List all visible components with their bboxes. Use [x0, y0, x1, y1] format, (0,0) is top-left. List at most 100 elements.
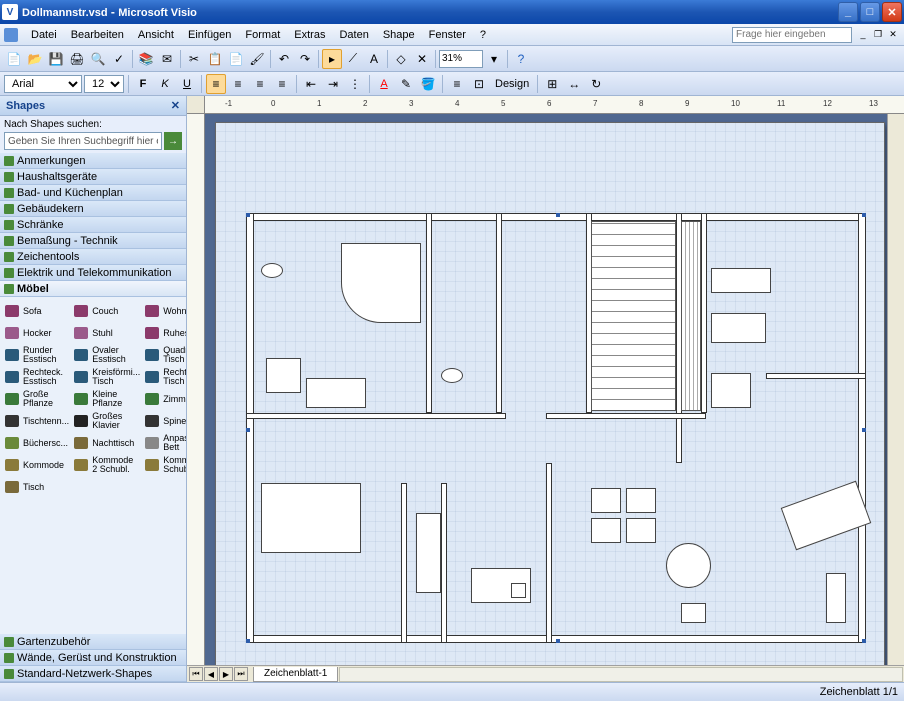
chair[interactable] [626, 488, 656, 513]
format-painter-button[interactable]: 🖌 [247, 49, 267, 69]
shape-item[interactable]: Wohnzimm... [142, 301, 186, 321]
new-button[interactable]: 📄 [4, 49, 24, 69]
shape-item[interactable]: Hocker [2, 323, 70, 343]
toilet[interactable] [261, 263, 283, 278]
menu-fenster[interactable]: Fenster [422, 27, 473, 43]
align-center-button[interactable]: ≡ [228, 74, 248, 94]
wall-interior[interactable] [246, 413, 506, 419]
shape-item[interactable]: Ovaler Esstisch [71, 345, 141, 365]
line-weight-button[interactable]: ≡ [447, 74, 467, 94]
wall-interior[interactable] [426, 213, 432, 413]
doc-restore[interactable]: ❐ [871, 29, 885, 41]
connection-point-button[interactable]: ✕ [412, 49, 432, 69]
research-button[interactable]: 📚 [136, 49, 156, 69]
bookshelf[interactable] [416, 513, 441, 593]
wall-interior[interactable] [546, 413, 706, 419]
stencil-netzwerk[interactable]: Standard-Netzwerk-Shapes [0, 666, 186, 682]
save-button[interactable]: 💾 [46, 49, 66, 69]
stencil-anmerkungen[interactable]: Anmerkungen [0, 153, 186, 169]
stencil-moebel[interactable]: Möbel [0, 281, 186, 297]
stairs-rail[interactable] [681, 221, 701, 411]
stencil-bad-kueche[interactable]: Bad- und Küchenplan [0, 185, 186, 201]
shape-item[interactable]: Große Pflanze [2, 389, 70, 409]
shape-item[interactable]: Kommode 2 Schubl. [71, 455, 141, 475]
menu-extras[interactable]: Extras [287, 27, 332, 43]
selection-handle[interactable] [556, 213, 560, 217]
shape-item[interactable]: Sofa [2, 301, 70, 321]
wall-interior[interactable] [496, 213, 502, 413]
shape-item[interactable]: Stuhl [71, 323, 141, 343]
vertical-scrollbar[interactable] [887, 114, 904, 665]
cut-button[interactable]: ✂ [184, 49, 204, 69]
shape-item[interactable]: Zimmerpfl... [142, 389, 186, 409]
italic-button[interactable]: K [155, 74, 175, 94]
rotate-button[interactable]: ↻ [586, 74, 606, 94]
fill-color-button[interactable]: 🪣 [418, 74, 438, 94]
stencil-haushaltsgeraete[interactable]: Haushaltsgeräte [0, 169, 186, 185]
shape-item[interactable]: Rechteck. Tisch [142, 367, 186, 387]
font-size-select[interactable]: 12pt [84, 75, 124, 93]
kitchen-sink[interactable] [711, 313, 766, 343]
wall-interior[interactable] [546, 463, 552, 643]
maximize-button[interactable]: □ [860, 2, 880, 22]
align-left-button[interactable]: ≡ [206, 74, 226, 94]
shape-item[interactable]: Tisch [2, 477, 70, 497]
horizontal-scrollbar[interactable] [339, 667, 903, 682]
copy-button[interactable]: 📋 [205, 49, 225, 69]
selection-handle[interactable] [246, 213, 250, 217]
shape-item[interactable]: Großes Klavier [71, 411, 141, 431]
shape-item[interactable]: Nachttisch [71, 433, 141, 453]
line-color-button[interactable]: ✎ [396, 74, 416, 94]
pointer-tool-button[interactable]: ▸ [322, 49, 342, 69]
wall-interior[interactable] [401, 483, 407, 643]
menu-datei[interactable]: Datei [24, 27, 64, 43]
doc-minimize[interactable]: _ [856, 29, 870, 41]
horizontal-ruler[interactable]: -1012345678910111213 [205, 96, 904, 114]
connector-tool-button[interactable]: ⟋ [343, 49, 363, 69]
indent-decrease-button[interactable]: ⇤ [301, 74, 321, 94]
undo-button[interactable]: ↶ [274, 49, 294, 69]
doc-close[interactable]: ✕ [886, 29, 900, 41]
selection-handle[interactable] [246, 428, 250, 432]
shape-item[interactable]: Runder Esstisch [2, 345, 70, 365]
selection-handle[interactable] [862, 428, 866, 432]
zoom-dropdown[interactable]: ▾ [484, 49, 504, 69]
shapes-search-input[interactable] [4, 132, 162, 150]
stencil-elektrik[interactable]: Elektrik und Telekommunikation [0, 265, 186, 281]
shapes-panel-close[interactable]: ✕ [171, 99, 180, 112]
text-tool-button[interactable]: A [364, 49, 384, 69]
toilet[interactable] [441, 368, 463, 383]
stencil-gebaeudekern[interactable]: Gebäudekern [0, 201, 186, 217]
design-button[interactable]: Design [491, 74, 533, 94]
mail-button[interactable]: ✉ [157, 49, 177, 69]
bold-button[interactable]: F [133, 74, 153, 94]
washer[interactable] [266, 358, 301, 393]
indent-increase-button[interactable]: ⇥ [323, 74, 343, 94]
stencil-gartenzubehoer[interactable]: Gartenzubehör [0, 634, 186, 650]
tab-first-button[interactable]: ⏮ [189, 667, 203, 681]
shape-item[interactable]: Büchersc... [2, 433, 70, 453]
monitor[interactable] [511, 583, 526, 598]
menu-ansicht[interactable]: Ansicht [131, 27, 181, 43]
selection-handle[interactable] [246, 639, 250, 643]
shape-item[interactable]: Tischtenn... [2, 411, 70, 431]
help-question-input[interactable] [732, 27, 852, 43]
wall-interior[interactable] [441, 483, 447, 643]
tab-next-button[interactable]: ▶ [219, 667, 233, 681]
tab-last-button[interactable]: ⏭ [234, 667, 248, 681]
vertical-ruler[interactable] [187, 114, 205, 665]
shape-item[interactable]: Kommode 3 Schubl. [142, 455, 186, 475]
shape-item[interactable]: Spinettkl... [142, 411, 186, 431]
chair[interactable] [591, 518, 621, 543]
tab-prev-button[interactable]: ◀ [204, 667, 218, 681]
help-button[interactable]: ? [511, 49, 531, 69]
bullets-button[interactable]: ⋮ [345, 74, 365, 94]
drawing-canvas[interactable] [205, 114, 904, 665]
print-button[interactable]: 🖨 [67, 49, 87, 69]
selection-handle[interactable] [862, 213, 866, 217]
align-right-button[interactable]: ≡ [250, 74, 270, 94]
stencil-waende[interactable]: Wände, Gerüst und Konstruktion [0, 650, 186, 666]
counter[interactable] [711, 268, 771, 293]
shape-item[interactable]: Quadratis... Tisch [142, 345, 186, 365]
shape-item[interactable]: Kleine Pflanze [71, 389, 141, 409]
